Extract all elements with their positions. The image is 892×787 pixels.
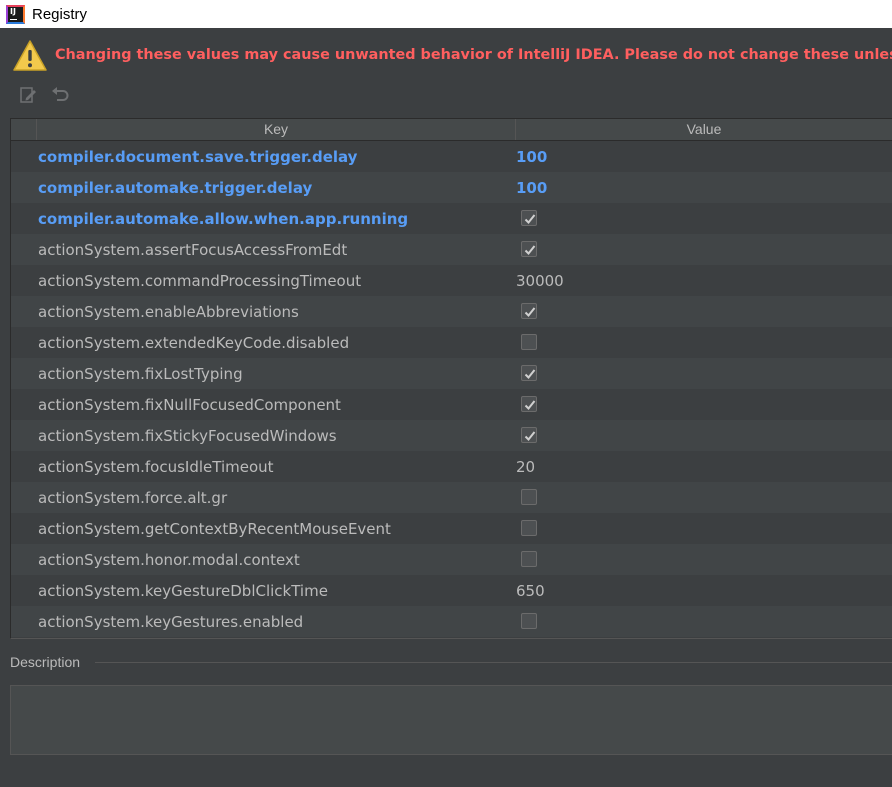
table-row[interactable]: actionSystem.fixStickyFocusedWindows (11, 420, 892, 451)
edit-button[interactable] (18, 85, 38, 105)
revert-icon (52, 87, 69, 101)
row-key: actionSystem.getContextByRecentMouseEven… (38, 519, 391, 538)
checked-checkbox[interactable] (521, 303, 537, 319)
table-row[interactable]: actionSystem.fixNullFocusedComponent (11, 389, 892, 420)
row-key: actionSystem.force.alt.gr (38, 488, 228, 507)
window-title: Registry (32, 5, 88, 23)
revert-button[interactable] (50, 85, 70, 105)
unchecked-checkbox[interactable] (521, 520, 537, 536)
unchecked-checkbox[interactable] (521, 489, 537, 505)
checkmark-icon (524, 214, 536, 224)
unchecked-checkbox[interactable] (521, 551, 537, 567)
table-row[interactable]: actionSystem.getContextByRecentMouseEven… (11, 513, 892, 544)
warning-text: Changing these values may cause unwanted… (55, 47, 892, 63)
checkmark-icon (524, 431, 536, 441)
row-value[interactable]: 650 (516, 582, 545, 600)
table-row[interactable]: actionSystem.keyGestures.enabled (11, 606, 892, 637)
row-key: actionSystem.extendedKeyCode.disabled (38, 333, 350, 352)
table-row[interactable]: actionSystem.honor.modal.context (11, 544, 892, 575)
table-row[interactable]: actionSystem.commandProcessingTimeout 300… (11, 265, 892, 296)
row-key: actionSystem.focusIdleTimeout (38, 457, 274, 476)
table-body: compiler.document.save.trigger.delay 100 c… (11, 141, 892, 637)
row-key: compiler.automake.allow.when.app.running (38, 209, 409, 228)
intellij-logo-icon: IJ (6, 4, 25, 24)
column-header-value[interactable]: Value (516, 119, 892, 140)
description-separator (95, 662, 892, 663)
checked-checkbox[interactable] (521, 210, 537, 226)
table-row[interactable]: actionSystem.enableAbbreviations (11, 296, 892, 327)
row-value[interactable]: 20 (516, 458, 535, 476)
row-key: actionSystem.assertFocusAccessFromEdt (38, 240, 348, 259)
row-value[interactable]: 100 (516, 148, 547, 166)
unchecked-checkbox[interactable] (521, 334, 537, 350)
checked-checkbox[interactable] (521, 365, 537, 381)
row-key: actionSystem.fixNullFocusedComponent (38, 395, 341, 414)
row-key: actionSystem.keyGestureDblClickTime (38, 581, 328, 600)
description-label: Description (10, 654, 81, 670)
row-key: actionSystem.commandProcessingTimeout (38, 271, 362, 290)
warning-icon (13, 40, 47, 71)
row-key: actionSystem.enableAbbreviations (38, 302, 299, 321)
column-header-key[interactable]: Key (37, 119, 516, 140)
row-key: compiler.automake.trigger.delay (38, 178, 313, 197)
row-key: actionSystem.honor.modal.context (38, 550, 300, 569)
table-row[interactable]: actionSystem.assertFocusAccessFromEdt (11, 234, 892, 265)
checkmark-icon (524, 245, 536, 255)
checkmark-icon (524, 400, 536, 410)
table-row[interactable]: actionSystem.focusIdleTimeout 20 (11, 451, 892, 482)
checkmark-icon (524, 307, 536, 317)
title-bar: IJ Registry (0, 0, 892, 28)
table-header: Key Value (11, 119, 892, 141)
registry-table: Key Value compiler.document.save.trigger… (10, 118, 892, 639)
checked-checkbox[interactable] (521, 241, 537, 257)
table-row[interactable]: compiler.automake.allow.when.app.running (11, 203, 892, 234)
table-row[interactable]: compiler.document.save.trigger.delay 100 (11, 141, 892, 172)
checkmark-icon (524, 369, 536, 379)
row-key: compiler.document.save.trigger.delay (38, 147, 358, 166)
row-key: actionSystem.keyGestures.enabled (38, 612, 304, 631)
table-row[interactable]: compiler.automake.trigger.delay 100 (11, 172, 892, 203)
header-spacer (11, 119, 37, 140)
toolbar (18, 85, 70, 107)
row-value[interactable]: 100 (516, 179, 547, 197)
warning-banner: Changing these values may cause unwanted… (0, 28, 892, 84)
description-box (10, 685, 892, 755)
table-row[interactable]: actionSystem.fixLostTyping (11, 358, 892, 389)
row-key: actionSystem.fixLostTyping (38, 364, 243, 383)
table-row[interactable]: actionSystem.keyGestureDblClickTime 650 (11, 575, 892, 606)
checked-checkbox[interactable] (521, 427, 537, 443)
row-key: actionSystem.fixStickyFocusedWindows (38, 426, 337, 445)
row-value[interactable]: 30000 (516, 272, 564, 290)
edit-icon (20, 87, 36, 103)
checked-checkbox[interactable] (521, 396, 537, 412)
unchecked-checkbox[interactable] (521, 613, 537, 629)
table-row[interactable]: actionSystem.extendedKeyCode.disabled (11, 327, 892, 358)
table-row[interactable]: actionSystem.force.alt.gr (11, 482, 892, 513)
